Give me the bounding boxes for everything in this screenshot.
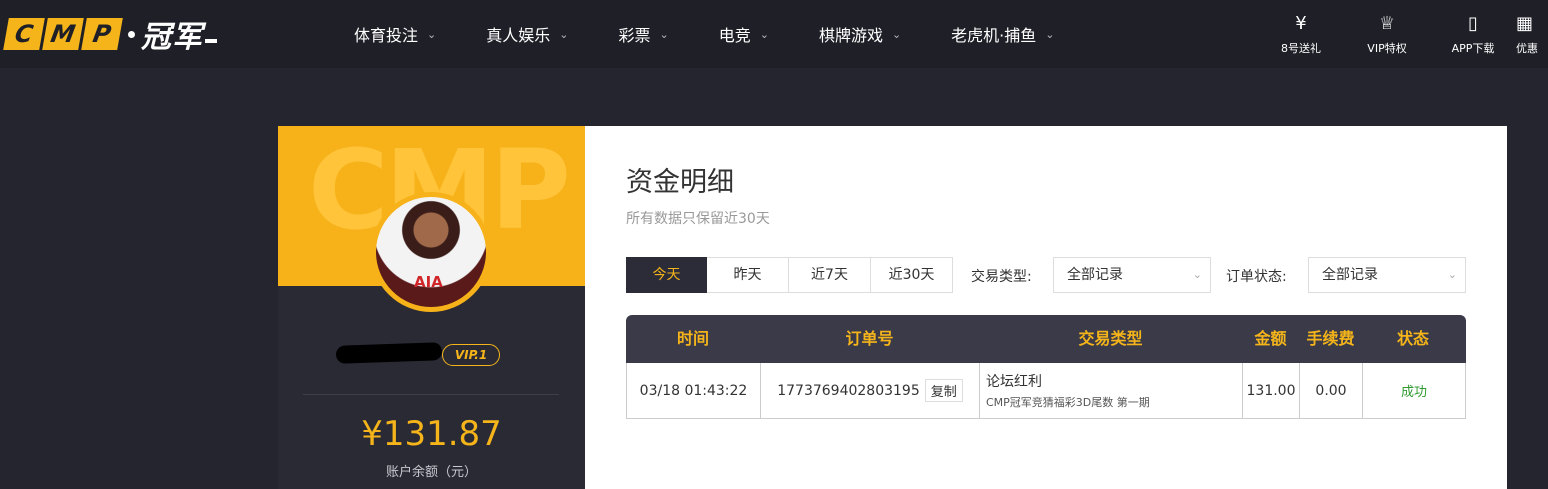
logo-letter-c: C (3, 18, 45, 50)
col-header-order-no: 订单号 (845, 329, 894, 348)
phone-icon: ▯ (1468, 13, 1478, 34)
top-nav-bar: C M P 冠军 体育投注 ⌄ 真人娱乐 ⌄ 彩票 ⌄ 电竞 ⌄ 棋牌游戏 ⌄ 老虎机·捕… (0, 0, 1548, 68)
logo-cn-text: 冠军 (141, 20, 203, 55)
logo-dot (128, 30, 135, 38)
select-value: 全部记录 (1067, 267, 1123, 283)
nav-item-sports[interactable]: 体育投注 ⌄ (354, 22, 436, 46)
account-balance: ¥131.87 (361, 414, 502, 454)
order-status-label: 订单状态: (1226, 269, 1287, 285)
divider (303, 394, 559, 395)
nav-label: 电竞 (718, 26, 751, 45)
tab-yesterday[interactable]: 昨天 (707, 257, 789, 293)
username-redacted (335, 342, 443, 364)
nav-item-card-games[interactable]: 棋牌游戏 ⌄ (819, 22, 901, 46)
col-header-amount: 金额 (1254, 329, 1287, 348)
shortcut-app-download[interactable]: ▯ APP下载 (1430, 12, 1516, 56)
account-balance-label: 账户余额（元） (385, 465, 477, 480)
shortcut-label: 优惠 (1516, 42, 1538, 55)
transactions-table: 时间 订单号 交易类型 金额 手续费 状态 03/18 01:43:22 177… (626, 315, 1466, 419)
logo-letter-p: P (81, 18, 123, 50)
avatar-photo: AIA (376, 197, 486, 307)
nav-label: 真人娱乐 (486, 26, 551, 45)
col-header-status: 状态 (1396, 329, 1429, 348)
nav-label: 彩票 (618, 26, 651, 45)
page-title: 资金明细 (626, 167, 734, 198)
fund-details-panel: 资金明细 所有数据只保留近30天 今天 昨天 近7天 近30天 交易类型: 全部… (585, 126, 1507, 489)
chevron-down-icon: ⌄ (559, 27, 569, 41)
gift-icon: ▦ (1516, 13, 1534, 34)
shortcut-label: 8号送礼 (1281, 42, 1321, 55)
main-nav: 体育投注 ⌄ 真人娱乐 ⌄ 彩票 ⌄ 电竞 ⌄ 棋牌游戏 ⌄ 老虎机·捕鱼 ⌄ (354, 0, 1104, 68)
chevron-down-icon: ⌄ (427, 27, 437, 41)
avatar-shirt-logo: AIA (414, 273, 443, 291)
tab-today[interactable]: 今天 (626, 257, 707, 293)
chevron-down-icon: ⌄ (891, 27, 902, 41)
profile-card: CMP AIA VIP.1 ¥131.87 账户余额（元） (278, 126, 585, 489)
col-header-type: 交易类型 (1078, 329, 1143, 348)
table-row: 03/18 01:43:22 1773769402803195 复制 论坛红利 … (626, 363, 1466, 419)
status-badge: 成功 (1400, 385, 1427, 400)
cell-fee: 0.00 (1300, 363, 1363, 418)
chevron-down-icon: ⌄ (1447, 268, 1457, 281)
chevron-down-icon: ⌄ (759, 27, 769, 41)
shortcut-promotions[interactable]: ▦ 优惠 (1516, 12, 1548, 56)
ticket-icon: ¥ (1295, 13, 1307, 34)
logo-tail (205, 39, 217, 43)
nav-label: 老虎机·捕鱼 (951, 26, 1037, 45)
crown-icon: ♕ (1378, 13, 1396, 34)
table-header: 时间 订单号 交易类型 金额 手续费 状态 (626, 315, 1466, 363)
nav-item-lottery[interactable]: 彩票 ⌄ (618, 22, 668, 46)
nav-item-slots-fishing[interactable]: 老虎机·捕鱼 ⌄ (951, 22, 1054, 46)
cell-type: 论坛红利 CMP冠军竞猜福彩3D尾数 第一期 (980, 363, 1243, 418)
nav-label: 体育投注 (354, 26, 419, 45)
cell-status: 成功 (1363, 363, 1465, 418)
chevron-down-icon: ⌄ (659, 27, 669, 41)
copy-button[interactable]: 复制 (924, 379, 963, 402)
tab-last-30-days[interactable]: 近30天 (871, 257, 953, 293)
type-sub: CMP冠军竞猜福彩3D尾数 第一期 (986, 396, 1150, 409)
transaction-type-select[interactable]: 全部记录 ⌄ (1053, 257, 1211, 293)
page-subtitle: 所有数据只保留近30天 (626, 211, 770, 227)
tab-last-7-days[interactable]: 近7天 (789, 257, 871, 293)
type-main: 论坛红利 (986, 374, 1042, 390)
shortcut-label: VIP特权 (1367, 42, 1407, 55)
cell-order-no: 1773769402803195 复制 (761, 363, 980, 418)
col-header-fee: 手续费 (1306, 329, 1355, 348)
date-range-tabs: 今天 昨天 近7天 近30天 (626, 257, 953, 293)
logo-letter-m: M (42, 18, 84, 50)
nav-item-live-casino[interactable]: 真人娱乐 ⌄ (486, 22, 568, 46)
shortcut-vip[interactable]: ♕ VIP特权 (1344, 12, 1430, 56)
shortcut-label: APP下载 (1451, 42, 1495, 55)
order-status-select[interactable]: 全部记录 ⌄ (1308, 257, 1466, 293)
vip-level-badge[interactable]: VIP.1 (442, 344, 500, 366)
chevron-down-icon: ⌄ (1045, 27, 1055, 41)
nav-item-esports[interactable]: 电竞 ⌄ (719, 22, 769, 46)
col-header-time: 时间 (676, 329, 709, 348)
cell-amount: 131.00 (1243, 363, 1300, 418)
header-shortcuts: ¥ 8号送礼 ♕ VIP特权 ▯ APP下载 ▦ 优惠 (1258, 12, 1548, 56)
site-logo[interactable]: C M P 冠军 (3, 16, 217, 55)
nav-label: 棋牌游戏 (818, 26, 883, 45)
avatar[interactable]: AIA (371, 192, 491, 312)
select-value: 全部记录 (1322, 267, 1378, 283)
chevron-down-icon: ⌄ (1192, 268, 1202, 281)
transaction-type-label: 交易类型: (971, 269, 1032, 285)
shortcut-gift-8[interactable]: ¥ 8号送礼 (1258, 12, 1344, 56)
cell-time: 03/18 01:43:22 (627, 363, 761, 418)
order-number: 1773769402803195 (777, 382, 920, 399)
